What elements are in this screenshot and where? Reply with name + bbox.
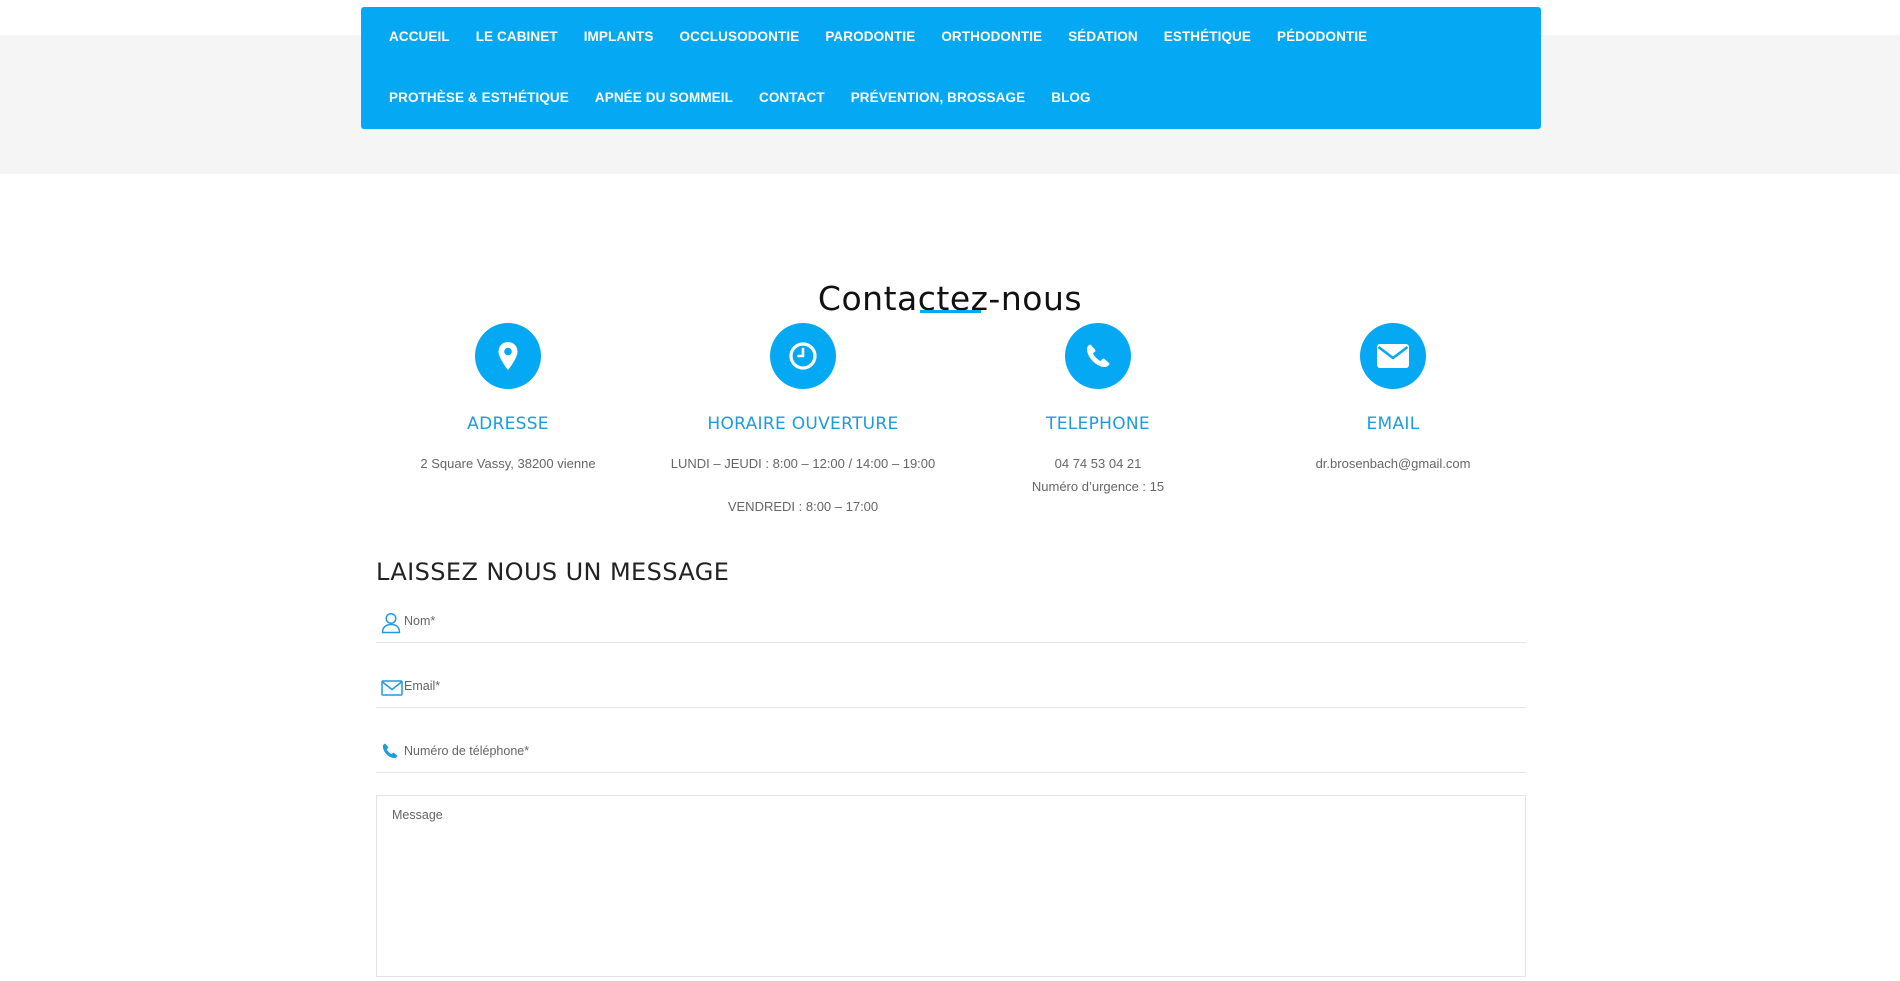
nav-item-esthetique[interactable]: ESTHÉTIQUE <box>1164 29 1251 44</box>
nav-item-orthodontie[interactable]: ORTHODONTIE <box>941 29 1042 44</box>
user-icon <box>381 612 403 634</box>
email-field <box>376 667 1526 708</box>
nav-item-blog[interactable]: BLOG <box>1051 90 1090 105</box>
emergency-number: Numéro d’urgence : 15 <box>1031 479 1165 494</box>
nav-item-apnee-du-sommeil[interactable]: APNÉE DU SOMMEIL <box>595 90 733 105</box>
nav-item-prothese-esthetique[interactable]: PROTHÈSE & ESTHÉTIQUE <box>389 90 569 105</box>
contact-email-block: EMAIL dr.brosenbach@gmail.com <box>1243 323 1543 475</box>
envelope-icon <box>1360 323 1426 389</box>
map-pin-icon <box>475 323 541 389</box>
nav-item-occlusodontie[interactable]: OCCLUSODONTIE <box>680 29 800 44</box>
address-heading: ADRESSE <box>467 414 549 434</box>
nav-item-le-cabinet[interactable]: LE CABINET <box>476 29 558 44</box>
nav-item-sedation[interactable]: SÉDATION <box>1068 29 1138 44</box>
contact-hours-block: HORAIRE OUVERTURE LUNDI – JEUDI : 8:00 –… <box>653 323 953 518</box>
email-text: dr.brosenbach@gmail.com <box>1243 452 1543 475</box>
hours-text: LUNDI – JEUDI : 8:00 – 12:00 / 14:00 – 1… <box>653 452 953 518</box>
hours-gap <box>653 475 953 495</box>
nav-item-implants[interactable]: IMPLANTS <box>584 29 654 44</box>
address-line: 2 Square Vassy, 38200 vienne <box>420 456 596 471</box>
name-field <box>376 602 1526 643</box>
clock-icon <box>770 323 836 389</box>
phone-input[interactable] <box>404 732 1504 770</box>
nav-item-prevention-brossage[interactable]: PRÉVENTION, BROSSAGE <box>851 90 1026 105</box>
nav-row-1: ACCUEIL LE CABINET IMPLANTS OCCLUSODONTI… <box>389 29 1367 44</box>
email-address[interactable]: dr.brosenbach@gmail.com <box>1243 452 1543 475</box>
main-navigation: ACCUEIL LE CABINET IMPLANTS OCCLUSODONTI… <box>361 7 1541 129</box>
title-underline <box>920 310 981 313</box>
nav-item-contact[interactable]: CONTACT <box>759 90 825 105</box>
contact-phone-block: TELEPHONE 04 74 53 04 21 Numéro d’urgenc… <box>948 323 1248 498</box>
nav-item-parodontie[interactable]: PARODONTIE <box>825 29 915 44</box>
phone-heading: TELEPHONE <box>1046 414 1150 434</box>
phone-small-icon <box>381 742 403 764</box>
name-input[interactable] <box>404 602 1504 640</box>
nav-item-pedodontie[interactable]: PÉDODONTIE <box>1277 29 1367 44</box>
email-heading: EMAIL <box>1366 414 1420 434</box>
email-input[interactable] <box>404 667 1504 705</box>
message-textarea[interactable] <box>377 796 1525 976</box>
phone-number[interactable]: 04 74 53 04 21 <box>948 452 1248 475</box>
phone-field <box>376 732 1526 773</box>
hours-weekdays: LUNDI – JEUDI : 8:00 – 12:00 / 14:00 – 1… <box>670 456 936 471</box>
phone-icon <box>1065 323 1131 389</box>
form-title: LAISSEZ NOUS UN MESSAGE <box>376 558 730 586</box>
nav-row-2: PROTHÈSE & ESTHÉTIQUE APNÉE DU SOMMEIL C… <box>389 90 1091 105</box>
envelope-outline-icon <box>381 677 403 699</box>
address-text: 2 Square Vassy, 38200 vienne <box>358 452 658 475</box>
phone-text: 04 74 53 04 21 Numéro d’urgence : 15 <box>948 452 1248 498</box>
hours-friday: VENDREDI : 8:00 – 17:00 <box>727 499 879 514</box>
nav-item-accueil[interactable]: ACCUEIL <box>389 29 450 44</box>
hours-heading: HORAIRE OUVERTURE <box>707 414 899 434</box>
message-field <box>376 795 1526 977</box>
contact-address-block: ADRESSE 2 Square Vassy, 38200 vienne <box>358 323 658 475</box>
